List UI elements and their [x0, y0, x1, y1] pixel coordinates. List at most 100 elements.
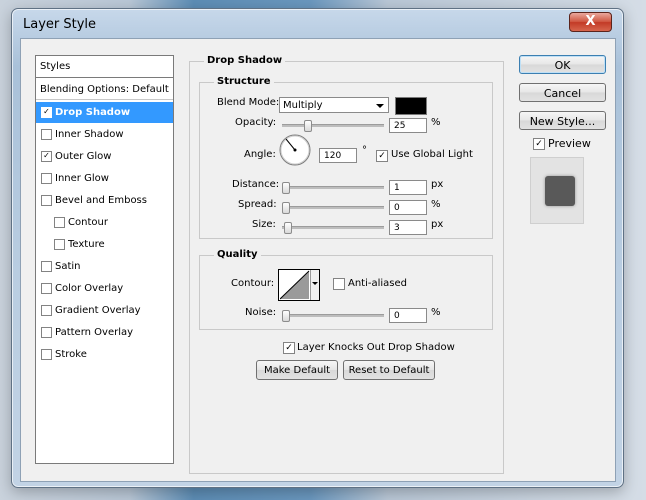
style-item-label: Stroke: [55, 349, 87, 360]
preview-label: Preview: [548, 137, 591, 150]
blend-mode-value: Multiply: [283, 100, 323, 111]
opacity-slider[interactable]: [282, 120, 384, 132]
use-global-light-label: Use Global Light: [391, 149, 473, 160]
style-item-contour[interactable]: Contour: [36, 212, 173, 233]
style-item-label: Drop Shadow: [55, 107, 131, 118]
stroke-checkbox[interactable]: [41, 349, 52, 360]
bevel-emboss-checkbox[interactable]: [41, 195, 52, 206]
size-slider[interactable]: [282, 222, 384, 234]
style-item-drop-shadow[interactable]: ✓ Drop Shadow: [36, 102, 173, 123]
make-default-button[interactable]: Make Default: [256, 360, 338, 380]
spread-label: Spread:: [238, 199, 277, 210]
drop-shadow-checkbox[interactable]: ✓: [41, 107, 52, 118]
style-item-label: Bevel and Emboss: [55, 195, 147, 206]
contour-label: Contour:: [231, 278, 275, 289]
style-item-bevel-emboss[interactable]: Bevel and Emboss: [36, 190, 173, 211]
style-item-label: Contour: [68, 217, 108, 228]
quality-group: Quality Contour: Anti-aliased Noise: 0 %: [199, 249, 493, 330]
distance-unit: px: [431, 179, 444, 190]
angle-input[interactable]: 120: [319, 148, 357, 163]
pattern-overlay-checkbox[interactable]: [41, 327, 52, 338]
anti-aliased-label: Anti-aliased: [348, 278, 408, 289]
spread-input[interactable]: 0: [389, 200, 427, 215]
quality-heading: Quality: [214, 249, 261, 260]
style-item-label: Inner Shadow: [55, 129, 124, 140]
style-item-label: Pattern Overlay: [55, 327, 134, 338]
size-slider-thumb[interactable]: [284, 222, 292, 234]
structure-heading: Structure: [214, 76, 274, 87]
chevron-down-icon: [376, 104, 384, 108]
style-item-label: Outer Glow: [55, 151, 112, 162]
style-item-inner-shadow[interactable]: Inner Shadow: [36, 124, 173, 145]
style-item-label: Color Overlay: [55, 283, 124, 294]
opacity-unit: %: [431, 117, 441, 128]
style-item-texture[interactable]: Texture: [36, 234, 173, 255]
window-title: Layer Style: [23, 17, 97, 32]
close-button[interactable]: X: [569, 12, 612, 32]
noise-input[interactable]: 0: [389, 308, 427, 323]
drop-shadow-heading: Drop Shadow: [204, 55, 286, 66]
style-item-blending-options[interactable]: Blending Options: Default: [36, 79, 173, 100]
styles-header: Styles: [36, 56, 173, 78]
satin-checkbox[interactable]: [41, 261, 52, 272]
inner-shadow-checkbox[interactable]: [41, 129, 52, 140]
contour-checkbox[interactable]: [54, 217, 65, 228]
angle-dial[interactable]: [278, 133, 312, 167]
knockout-label: Layer Knocks Out Drop Shadow: [297, 342, 455, 353]
style-item-label: Gradient Overlay: [55, 305, 141, 316]
distance-label: Distance:: [232, 179, 280, 190]
spread-slider[interactable]: [282, 202, 384, 214]
preview-checkbox[interactable]: ✓: [533, 138, 545, 150]
style-item-stroke[interactable]: Stroke: [36, 344, 173, 365]
anti-aliased-checkbox[interactable]: [333, 278, 345, 290]
noise-slider-thumb[interactable]: [282, 310, 290, 322]
contour-preview-icon: [280, 270, 310, 300]
preview-box: [530, 157, 584, 224]
gradient-overlay-checkbox[interactable]: [41, 305, 52, 316]
style-item-label: Inner Glow: [55, 173, 109, 184]
noise-label: Noise:: [245, 307, 277, 318]
blend-mode-select[interactable]: Multiply: [279, 97, 389, 113]
distance-slider-thumb[interactable]: [282, 182, 290, 194]
size-input[interactable]: 3: [389, 220, 427, 235]
angle-label: Angle:: [244, 149, 276, 160]
layer-style-dialog: Layer Style X Styles Blending Options: D…: [11, 8, 624, 488]
outer-glow-checkbox[interactable]: ✓: [41, 151, 52, 162]
distance-slider[interactable]: [282, 182, 384, 194]
reset-to-default-button[interactable]: Reset to Default: [343, 360, 435, 380]
drop-shadow-panel: Drop Shadow Structure Blend Mode: Multip…: [189, 55, 504, 474]
spread-unit: %: [431, 199, 441, 210]
inner-glow-checkbox[interactable]: [41, 173, 52, 184]
style-item-color-overlay[interactable]: Color Overlay: [36, 278, 173, 299]
angle-unit: °: [362, 145, 367, 156]
style-item-satin[interactable]: Satin: [36, 256, 173, 277]
style-item-outer-glow[interactable]: ✓ Outer Glow: [36, 146, 173, 167]
style-item-pattern-overlay[interactable]: Pattern Overlay: [36, 322, 173, 343]
contour-dropdown[interactable]: [310, 270, 319, 300]
new-style-button[interactable]: New Style...: [519, 111, 606, 130]
noise-slider[interactable]: [282, 310, 384, 322]
opacity-input[interactable]: 25: [389, 118, 427, 133]
style-item-inner-glow[interactable]: Inner Glow: [36, 168, 173, 189]
preview-swatch: [545, 176, 575, 206]
chevron-down-icon: [312, 282, 318, 285]
color-overlay-checkbox[interactable]: [41, 283, 52, 294]
use-global-light-checkbox[interactable]: ✓: [376, 150, 388, 162]
spread-slider-thumb[interactable]: [282, 202, 290, 214]
style-item-gradient-overlay[interactable]: Gradient Overlay: [36, 300, 173, 321]
dialog-client-area: Styles Blending Options: Default ✓ Drop …: [20, 38, 616, 482]
noise-unit: %: [431, 307, 441, 318]
shadow-color-swatch[interactable]: [395, 97, 427, 115]
blend-mode-label: Blend Mode:: [217, 97, 280, 108]
styles-list: Styles Blending Options: Default ✓ Drop …: [35, 55, 174, 464]
opacity-slider-thumb[interactable]: [304, 120, 312, 132]
knockout-checkbox[interactable]: ✓: [283, 342, 295, 354]
structure-group: Structure Blend Mode: Multiply Opacity: …: [199, 76, 493, 239]
distance-input[interactable]: 1: [389, 180, 427, 195]
ok-button[interactable]: OK: [519, 55, 606, 74]
style-item-label: Satin: [55, 261, 81, 272]
size-unit: px: [431, 219, 444, 230]
texture-checkbox[interactable]: [54, 239, 65, 250]
cancel-button[interactable]: Cancel: [519, 83, 606, 102]
contour-picker[interactable]: [278, 269, 320, 301]
